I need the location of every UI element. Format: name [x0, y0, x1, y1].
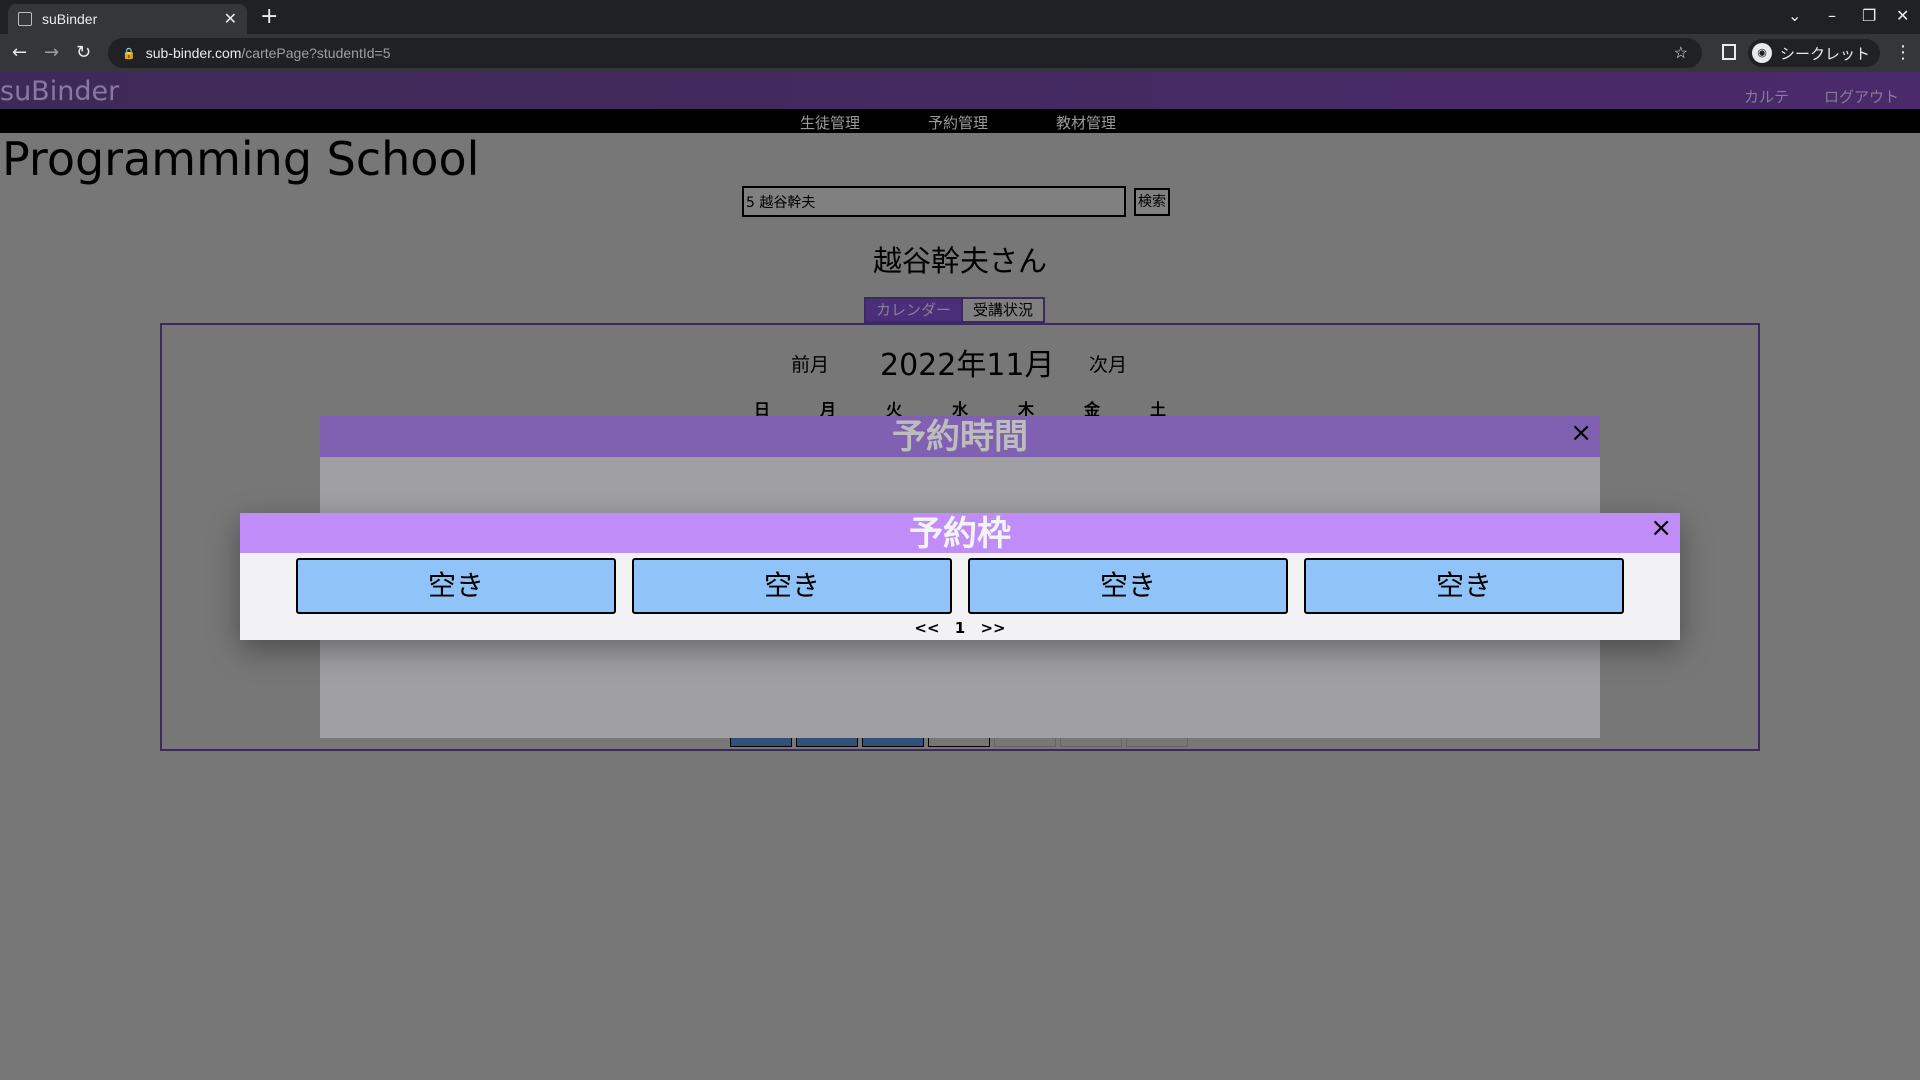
back-icon[interactable]: ← [12, 42, 27, 63]
page-favicon-icon [18, 12, 32, 26]
prev-month-link[interactable]: 前月 [791, 350, 829, 377]
side-panel-icon[interactable] [1722, 44, 1736, 60]
close-icon[interactable]: × [1650, 513, 1672, 543]
menu-students[interactable]: 生徒管理 [800, 112, 860, 133]
new-tab-icon[interactable]: + [260, 4, 278, 29]
reservation-slot-modal: 予約枠 × 空き 空き 空き 空き << 1 >> [240, 513, 1680, 640]
restore-icon[interactable]: ❐ [1862, 6, 1876, 25]
student-search-input[interactable]: 5 越谷幹夫 [742, 186, 1126, 217]
browser-tabstrip: suBinder ✕ + ⌄ – ❐ ✕ [0, 0, 1920, 34]
tab-title: suBinder [42, 11, 98, 27]
reload-icon[interactable]: ↻ [76, 42, 91, 63]
incognito-label: シークレット [1780, 45, 1871, 63]
tab-status[interactable]: 受講状況 [961, 299, 1044, 321]
karte-link[interactable]: カルテ [1744, 86, 1789, 107]
tab-calendar[interactable]: カレンダー [866, 299, 962, 321]
close-icon[interactable]: × [1570, 418, 1592, 448]
forward-icon[interactable]: → [44, 42, 59, 63]
logout-link[interactable]: ログアウト [1824, 86, 1899, 107]
search-button[interactable]: 検索 [1134, 188, 1170, 216]
incognito-badge[interactable]: ◉ シークレット [1748, 39, 1881, 67]
bookmark-star-icon[interactable]: ☆ [1674, 43, 1688, 63]
menu-reservations[interactable]: 予約管理 [928, 112, 988, 133]
slot-button[interactable]: 空き [1304, 558, 1624, 614]
calendar-month: 2022年11月 [880, 348, 1055, 383]
slot-button[interactable]: 空き [296, 558, 616, 614]
browser-tab[interactable]: suBinder ✕ [8, 4, 247, 34]
incognito-icon: ◉ [1752, 43, 1772, 63]
student-name: 越谷幹夫さん [872, 244, 1047, 278]
slot-button[interactable]: 空き [968, 558, 1288, 614]
address-bar[interactable]: 🔒 sub-binder.com /cartePage?studentId=5 … [108, 38, 1702, 68]
minimize-icon[interactable]: – [1828, 6, 1836, 25]
pager-next[interactable]: >> [980, 619, 1005, 637]
browser-menu-icon[interactable]: ⋮ [1894, 42, 1912, 63]
tab-close-icon[interactable]: ✕ [224, 9, 237, 29]
lock-icon: 🔒 [122, 47, 136, 60]
menu-materials[interactable]: 教材管理 [1056, 112, 1116, 133]
browser-toolbar: ← → ↻ 🔒 sub-binder.com /cartePage?studen… [0, 34, 1920, 72]
url-path: /cartePage?studentId=5 [241, 45, 391, 61]
slot-pager: << 1 >> [240, 619, 1680, 637]
view-tabs: カレンダー 受講状況 [864, 297, 1046, 323]
school-name: Programming School [2, 132, 480, 186]
next-month-link[interactable]: 次月 [1089, 350, 1127, 377]
pager-page[interactable]: 1 [955, 619, 965, 637]
tab-search-chevron-icon[interactable]: ⌄ [1788, 6, 1801, 25]
app-header: suBinder カルテ ログアウト [0, 72, 1920, 109]
main-menu: 生徒管理 予約管理 教材管理 [0, 109, 1920, 133]
brand-logo[interactable]: suBinder [0, 76, 119, 107]
pager-prev[interactable]: << [914, 619, 939, 637]
url-host: sub-binder.com [145, 45, 242, 61]
slot-button[interactable]: 空き [632, 558, 952, 614]
reservation-time-title: 予約時間 [320, 416, 1600, 457]
reservation-slot-title: 予約枠 [240, 513, 1680, 554]
window-close-icon[interactable]: ✕ [1896, 6, 1909, 25]
